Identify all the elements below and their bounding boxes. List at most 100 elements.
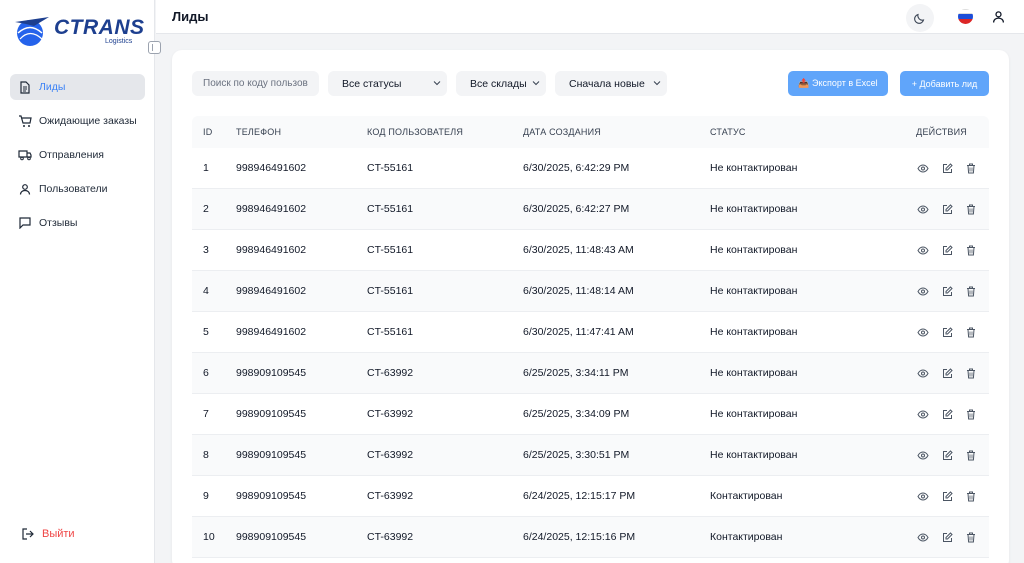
cell-id: 2 [203,203,209,215]
delete-icon[interactable] [965,326,977,338]
brand-name: CTRANS [54,16,145,39]
view-icon[interactable] [917,244,929,256]
table-row[interactable]: 1 998946491602 CT-55161 6/30/2025, 6:42:29 … [192,148,989,189]
cell-status: Не контактирован [710,367,798,379]
edit-icon[interactable] [941,367,953,379]
view-icon[interactable] [917,203,929,215]
cell-phone: 998946491602 [236,203,307,215]
warehouse-filter-select[interactable]: Все склады [456,71,546,96]
export-excel-button[interactable]: 📤 Экспорт в Excel [788,71,888,96]
sort-value: Сначала новые [569,77,645,90]
table-row[interactable]: 10 998909109545 CT-63992 6/24/2025, 12:15:1… [192,517,989,558]
cell-phone: 998909109545 [236,408,307,420]
sidebar-item-users[interactable]: Пользователи [10,176,145,202]
table-row[interactable]: 3 998946491602 CT-55161 6/30/2025, 11:48:43… [192,230,989,271]
table-row[interactable]: 5 998946491602 CT-55161 6/30/2025, 11:47:41… [192,312,989,353]
view-icon[interactable] [917,449,929,461]
logout-button[interactable]: Выйти [22,528,75,540]
sidebar-item-pending-orders[interactable]: Ожидающие заказы [10,108,145,134]
cell-created: 6/24/2025, 12:15:16 PM [523,531,636,543]
chevron-down-icon [532,81,540,86]
cell-id: 4 [203,285,209,297]
cell-phone: 998909109545 [236,449,307,461]
edit-icon[interactable] [941,490,953,502]
sidebar-item-shipments[interactable]: Отправления [10,142,145,168]
edit-icon[interactable] [941,203,953,215]
edit-icon[interactable] [941,326,953,338]
edit-icon[interactable] [941,408,953,420]
cell-id: 8 [203,449,209,461]
cell-status: Контактирован [710,490,783,502]
cell-actions [863,449,989,461]
cell-id: 1 [203,162,209,174]
view-icon[interactable] [917,490,929,502]
cell-status: Контактирован [710,531,783,543]
status-filter-select[interactable]: Все статусы [328,71,447,96]
sidebar-item-reviews[interactable]: Отзывы [10,210,145,236]
edit-icon[interactable] [941,244,953,256]
delete-icon[interactable] [965,203,977,215]
cell-user-code: CT-63992 [367,408,414,420]
view-icon[interactable] [917,408,929,420]
sidebar-item-leads[interactable]: Лиды [10,74,145,100]
delete-icon[interactable] [965,449,977,461]
leads-table: ID ТЕЛЕФОН КОД ПОЛЬЗОВАТЕЛЯ ДАТА СОЗДАНИ… [192,116,989,558]
delete-icon[interactable] [965,531,977,543]
table-row[interactable]: 8 998909109545 CT-63992 6/25/2025, 3:30:51 … [192,435,989,476]
table-row[interactable]: 2 998946491602 CT-55161 6/30/2025, 6:42:27 … [192,189,989,230]
profile-button[interactable] [990,8,1006,24]
edit-icon[interactable] [941,285,953,297]
search-input[interactable] [192,71,319,96]
cell-phone: 998946491602 [236,285,307,297]
view-icon[interactable] [917,367,929,379]
user-icon [992,10,1004,23]
cell-user-code: CT-63992 [367,531,414,543]
edit-icon[interactable] [941,162,953,174]
cell-created: 6/25/2025, 3:30:51 PM [523,449,630,461]
delete-icon[interactable] [965,162,977,174]
cell-actions [863,490,989,502]
delete-icon[interactable] [965,367,977,379]
sidebar-item-label: Пользователи [39,183,108,195]
top-header: Лиды [156,0,1024,34]
table-row[interactable]: 6 998909109545 CT-63992 6/25/2025, 3:34:11 … [192,353,989,394]
cell-user-code: CT-55161 [367,162,414,174]
column-header-status[interactable]: СТАТУС [710,127,863,137]
column-header-phone[interactable]: ТЕЛЕФОН [236,127,367,137]
column-header-id[interactable]: ID [192,127,236,137]
cart-icon [18,114,32,128]
view-icon[interactable] [917,285,929,297]
add-lead-button[interactable]: + Добавить лид [900,71,989,96]
sidebar: CTRANS Logistics Лиды Ожидающие заказы О… [0,0,161,563]
edit-icon[interactable] [941,449,953,461]
table-row[interactable]: 9 998909109545 CT-63992 6/24/2025, 12:15:17… [192,476,989,517]
collapse-sidebar-icon[interactable] [148,41,161,54]
cell-status: Не контактирован [710,285,798,297]
view-icon[interactable] [917,162,929,174]
view-icon[interactable] [917,531,929,543]
cell-id: 7 [203,408,209,420]
column-header-user-code[interactable]: КОД ПОЛЬЗОВАТЕЛЯ [367,127,523,137]
cell-id: 10 [203,531,215,543]
cell-id: 6 [203,367,209,379]
table-row[interactable]: 7 998909109545 CT-63992 6/25/2025, 3:34:09 … [192,394,989,435]
view-icon[interactable] [917,326,929,338]
brand-logo[interactable]: CTRANS Logistics [12,14,145,50]
column-header-created[interactable]: ДАТА СОЗДАНИЯ [523,127,710,137]
cell-id: 5 [203,326,209,338]
table-row[interactable]: 4 998946491602 CT-55161 6/30/2025, 11:48:14… [192,271,989,312]
page-title: Лиды [172,9,209,24]
language-flag-icon[interactable] [958,9,973,24]
brand-sub: Logistics [105,38,133,45]
sort-select[interactable]: Сначала новые [555,71,667,96]
cell-phone: 998909109545 [236,367,307,379]
moon-icon [914,13,925,24]
delete-icon[interactable] [965,244,977,256]
document-icon [18,80,32,94]
column-header-actions: ДЕЙСТВИЯ [916,127,967,137]
delete-icon[interactable] [965,285,977,297]
theme-toggle-button[interactable] [906,4,934,32]
delete-icon[interactable] [965,490,977,502]
delete-icon[interactable] [965,408,977,420]
edit-icon[interactable] [941,531,953,543]
